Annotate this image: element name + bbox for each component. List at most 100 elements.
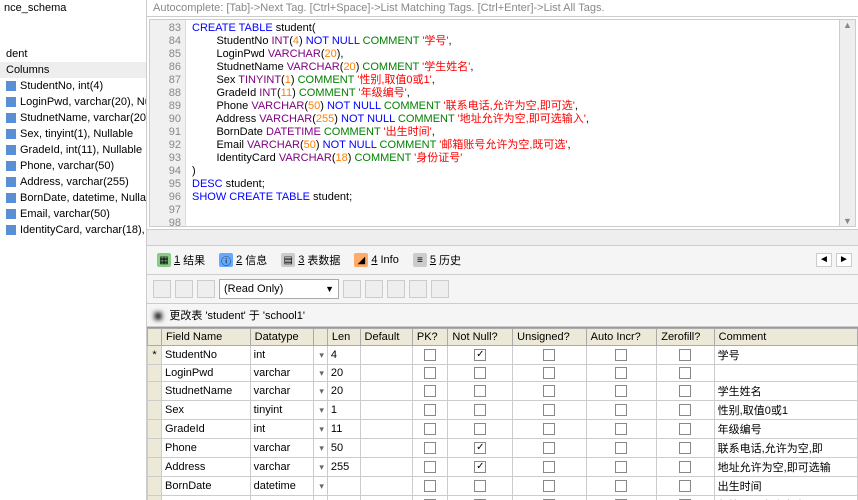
checkbox[interactable] (543, 480, 555, 492)
datatype-dropdown[interactable]: ▾ (313, 477, 327, 496)
table-row[interactable]: LoginPwdvarchar▾20 (148, 365, 858, 382)
checkbox[interactable] (679, 461, 691, 473)
column-item[interactable]: Sex, tinyint(1), Nullable (0, 126, 146, 142)
checkbox[interactable] (615, 404, 627, 416)
table-row[interactable]: Emailvarchar▾50✓邮箱账号允许为空,既可 (148, 496, 858, 500)
table-row[interactable]: Phonevarchar▾50✓联系电话,允许为空,即 (148, 439, 858, 458)
column-item[interactable]: Email, varchar(50) (0, 206, 146, 222)
checkbox[interactable] (615, 480, 627, 492)
datatype-dropdown[interactable]: ▾ (313, 420, 327, 439)
checkbox[interactable] (679, 442, 691, 454)
checkbox[interactable] (424, 385, 436, 397)
checkbox[interactable] (543, 349, 555, 361)
checkbox[interactable] (543, 367, 555, 379)
datatype-dropdown[interactable]: ▾ (313, 401, 327, 420)
column-header[interactable]: PK? (412, 329, 448, 346)
columns-node[interactable]: Columns (0, 62, 146, 78)
column-header[interactable]: Not Null? (448, 329, 513, 346)
toolbar-button[interactable] (431, 280, 449, 298)
column-item[interactable]: BornDate, datetime, Nulla (0, 190, 146, 206)
checkbox[interactable] (474, 423, 486, 435)
code-content[interactable]: CREATE TABLE student( StudentNo INT(4) N… (186, 20, 855, 226)
checkbox[interactable]: ✓ (474, 349, 486, 361)
column-item[interactable]: GradeId, int(11), Nullable (0, 142, 146, 158)
datatype-dropdown[interactable]: ▾ (313, 346, 327, 365)
checkbox[interactable] (679, 349, 691, 361)
horizontal-scrollbar[interactable] (147, 229, 858, 245)
checkbox[interactable] (615, 423, 627, 435)
checkbox[interactable] (543, 404, 555, 416)
table-row[interactable]: GradeIdint▾11年级编号 (148, 420, 858, 439)
vertical-scrollbar[interactable] (839, 20, 855, 226)
column-header[interactable]: Len (327, 329, 360, 346)
checkbox[interactable] (543, 385, 555, 397)
column-header[interactable]: Comment (714, 329, 857, 346)
table-row[interactable]: BornDatedatetime▾出生时间 (148, 477, 858, 496)
checkbox[interactable] (615, 442, 627, 454)
column-header[interactable]: Default (360, 329, 412, 346)
columns-grid[interactable]: Field NameDatatype LenDefaultPK?Not Null?… (147, 327, 858, 500)
table-row[interactable]: Sextinyint▾1性别,取值0或1 (148, 401, 858, 420)
checkbox[interactable] (679, 404, 691, 416)
toolbar-button[interactable] (409, 280, 427, 298)
tab-result[interactable]: ▦1 结果 (153, 250, 209, 270)
toolbar-button[interactable] (197, 280, 215, 298)
checkbox[interactable]: ✓ (474, 442, 486, 454)
toolbar-button[interactable] (365, 280, 383, 298)
checkbox[interactable] (424, 349, 436, 361)
tab-info[interactable]: ⓘ2 信息 (215, 250, 271, 270)
checkbox[interactable] (424, 367, 436, 379)
checkbox[interactable] (424, 480, 436, 492)
checkbox[interactable] (424, 461, 436, 473)
checkbox[interactable] (543, 442, 555, 454)
tab-history[interactable]: ≡5 历史 (409, 250, 465, 270)
tab-info2[interactable]: ◢4 Info (350, 251, 402, 269)
datatype-dropdown[interactable]: ▾ (313, 458, 327, 477)
column-header[interactable]: Zerofill? (657, 329, 714, 346)
checkbox[interactable] (679, 385, 691, 397)
checkbox[interactable] (424, 404, 436, 416)
table-row[interactable]: Addressvarchar▾255✓地址允许为空,即可选输 (148, 458, 858, 477)
column-header[interactable] (148, 329, 162, 346)
schema-node[interactable]: nce_schema (0, 0, 146, 16)
column-item[interactable]: StudentNo, int(4) (0, 78, 146, 94)
checkbox[interactable] (474, 480, 486, 492)
column-header[interactable]: Auto Incr? (586, 329, 657, 346)
datatype-dropdown[interactable]: ▾ (313, 365, 327, 382)
sql-editor[interactable]: 8384858687888990919293949596979899100101… (149, 19, 856, 227)
datatype-dropdown[interactable]: ▾ (313, 382, 327, 401)
column-item[interactable]: IdentityCard, varchar(18), (0, 222, 146, 238)
checkbox[interactable] (615, 367, 627, 379)
checkbox[interactable] (424, 423, 436, 435)
table-row[interactable]: StudnetNamevarchar▾20学生姓名 (148, 382, 858, 401)
readonly-select[interactable]: (Read Only)▼ (219, 279, 339, 299)
datatype-dropdown[interactable]: ▾ (313, 496, 327, 500)
checkbox[interactable] (474, 367, 486, 379)
checkbox[interactable] (543, 461, 555, 473)
column-header[interactable]: Field Name (162, 329, 251, 346)
datatype-dropdown[interactable]: ▾ (313, 439, 327, 458)
tab-tabledata[interactable]: ▤3 表数据 (277, 250, 344, 270)
table-row[interactable]: *StudentNoint▾4✓学号 (148, 346, 858, 365)
checkbox[interactable]: ✓ (474, 461, 486, 473)
column-item[interactable]: StudnetName, varchar(20) (0, 110, 146, 126)
column-item[interactable]: LoginPwd, varchar(20), Nu (0, 94, 146, 110)
checkbox[interactable] (474, 385, 486, 397)
tab-prev-button[interactable]: ◄ (816, 253, 832, 267)
column-item[interactable]: Phone, varchar(50) (0, 158, 146, 174)
checkbox[interactable] (679, 480, 691, 492)
column-header[interactable] (313, 329, 327, 346)
checkbox[interactable] (615, 349, 627, 361)
column-item[interactable]: Address, varchar(255) (0, 174, 146, 190)
column-header[interactable]: Unsigned? (513, 329, 587, 346)
checkbox[interactable] (679, 367, 691, 379)
toolbar-button[interactable] (387, 280, 405, 298)
table-node[interactable]: dent (0, 46, 146, 62)
checkbox[interactable] (615, 385, 627, 397)
column-header[interactable]: Datatype (250, 329, 313, 346)
checkbox[interactable] (679, 423, 691, 435)
checkbox[interactable] (615, 461, 627, 473)
toolbar-button[interactable] (343, 280, 361, 298)
checkbox[interactable] (474, 404, 486, 416)
toolbar-button[interactable] (175, 280, 193, 298)
